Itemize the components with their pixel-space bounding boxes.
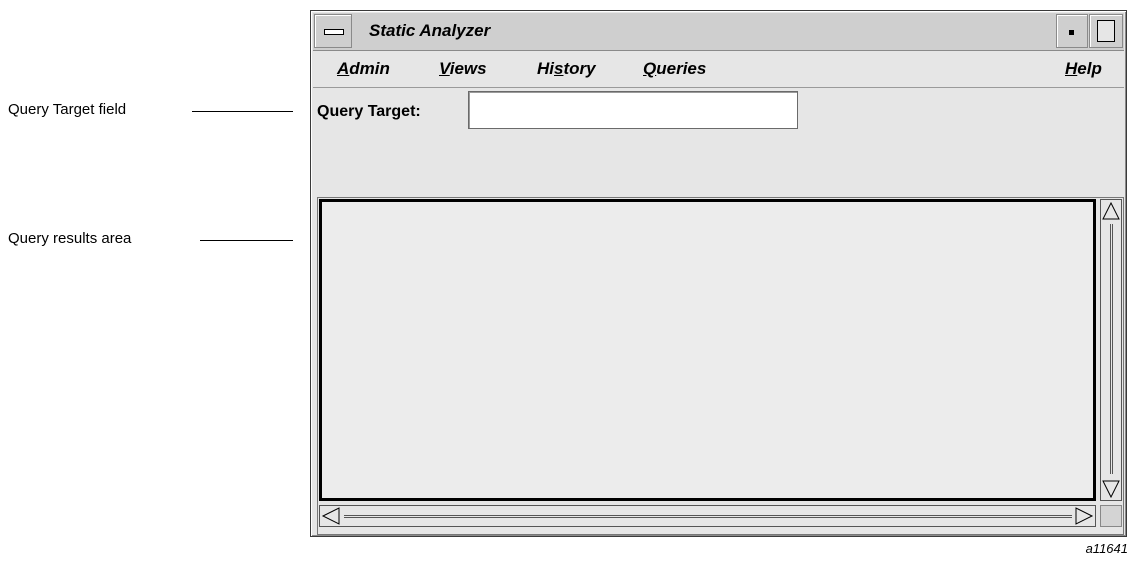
minimize-icon: [1069, 30, 1074, 35]
horizontal-scroll-trough[interactable]: [344, 515, 1072, 518]
static-analyzer-window: Static Analyzer Admin Views History Quer…: [310, 10, 1127, 537]
scroll-left-arrow-icon[interactable]: [320, 506, 342, 526]
menu-history[interactable]: History: [537, 59, 596, 79]
query-results-frame: [317, 197, 1124, 535]
menu-views[interactable]: Views: [439, 59, 487, 79]
callout-query-results: Query results area: [8, 230, 132, 247]
scroll-right-arrow-icon[interactable]: [1073, 506, 1095, 526]
maximize-icon: [1097, 20, 1115, 42]
query-target-input[interactable]: [468, 91, 798, 129]
query-target-label: Query Target:: [317, 103, 421, 120]
vertical-scrollbar[interactable]: [1100, 199, 1122, 501]
figure-id: a11641: [1085, 541, 1128, 556]
menu-help[interactable]: Help: [1065, 59, 1102, 79]
maximize-button[interactable]: [1089, 14, 1123, 48]
window-menu-icon: [324, 29, 344, 35]
query-results-area[interactable]: [319, 199, 1096, 501]
horizontal-scrollbar[interactable]: [319, 505, 1096, 527]
scrollbar-corner: [1100, 505, 1122, 527]
callout-line-query-results: [200, 240, 293, 241]
window-title: Static Analyzer: [369, 21, 491, 40]
callout-line-query-target: [192, 111, 293, 112]
scroll-up-arrow-icon[interactable]: [1101, 200, 1121, 222]
window-menu-button[interactable]: [314, 14, 352, 48]
minimize-button[interactable]: [1056, 14, 1088, 48]
menu-bar: Admin Views History Queries Help: [313, 52, 1124, 88]
menu-admin[interactable]: Admin: [337, 59, 390, 79]
title-bar[interactable]: Static Analyzer: [313, 13, 1124, 51]
menu-queries[interactable]: Queries: [643, 59, 706, 79]
vertical-scroll-trough[interactable]: [1110, 224, 1113, 474]
scroll-down-arrow-icon[interactable]: [1101, 478, 1121, 500]
callout-query-target: Query Target field: [8, 101, 127, 118]
